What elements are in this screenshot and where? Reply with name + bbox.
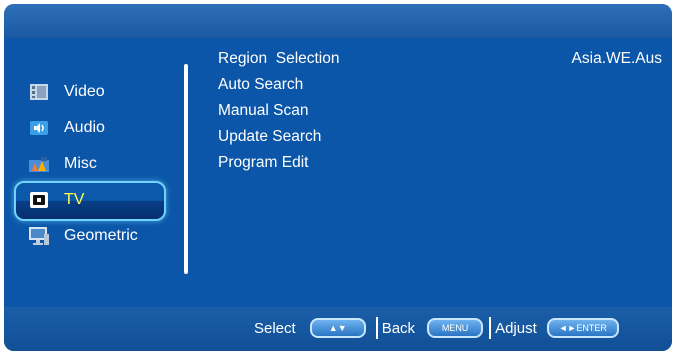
sidebar-item-label: Audio xyxy=(64,119,105,136)
sidebar-item-audio[interactable]: Audio xyxy=(16,110,176,146)
title-bar xyxy=(4,4,672,38)
audio-icon xyxy=(28,119,50,137)
osd-menu-screen: Video Audio Misc TV Geometric Region Sel… xyxy=(4,4,672,351)
sidebar-item-label: Geometric xyxy=(64,227,138,244)
menu-item-label: Auto Search xyxy=(218,76,304,93)
vertical-divider xyxy=(184,64,188,274)
menu-item-label: Region Selection xyxy=(218,50,340,67)
adjust-hint-label: Adjust xyxy=(495,319,537,337)
menu-key-icon: MENU xyxy=(427,318,484,338)
select-hint-label: Select xyxy=(254,319,296,337)
menu-item-label: Manual Scan xyxy=(218,102,309,119)
region-value: Asia.WE.Aus xyxy=(571,50,662,67)
menu-item-update-search[interactable]: Update Search xyxy=(218,124,658,150)
sidebar-item-video[interactable]: Video xyxy=(16,74,176,110)
tv-icon xyxy=(28,191,50,209)
geometric-icon xyxy=(28,227,50,245)
sidebar: Video Audio Misc TV Geometric xyxy=(14,74,176,254)
hint-separator xyxy=(489,317,492,339)
sidebar-item-label: TV xyxy=(64,191,85,208)
tv-settings-list: Region Selection Asia.WE.Aus Auto Search… xyxy=(218,46,662,176)
menu-item-auto-search[interactable]: Auto Search xyxy=(218,72,658,98)
misc-icon xyxy=(28,155,50,173)
updown-key-icon: ▲▼ xyxy=(309,318,366,338)
hint-separator xyxy=(375,317,378,339)
sidebar-item-misc[interactable]: Misc xyxy=(16,146,176,182)
sidebar-item-tv[interactable]: TV xyxy=(14,181,176,221)
back-hint-label: Back xyxy=(381,319,416,337)
enter-key-icon: ◄►ENTER xyxy=(546,318,619,338)
sidebar-item-label: Misc xyxy=(64,155,97,172)
menu-item-program-edit[interactable]: Program Edit xyxy=(218,150,658,176)
hint-bar: Select ▲▼ Back MENU Adjust ◄►ENTER xyxy=(4,307,672,351)
sidebar-item-label: Video xyxy=(64,83,105,100)
key-hints: Select ▲▼ Back MENU Adjust ◄►ENTER xyxy=(254,317,619,339)
menu-item-label: Update Search xyxy=(218,128,322,145)
sidebar-item-geometric[interactable]: Geometric xyxy=(16,218,176,254)
menu-item-region-selection[interactable]: Region Selection Asia.WE.Aus xyxy=(218,46,662,72)
menu-item-manual-scan[interactable]: Manual Scan xyxy=(218,98,658,124)
menu-item-label: Program Edit xyxy=(218,154,309,171)
video-icon xyxy=(28,83,50,101)
